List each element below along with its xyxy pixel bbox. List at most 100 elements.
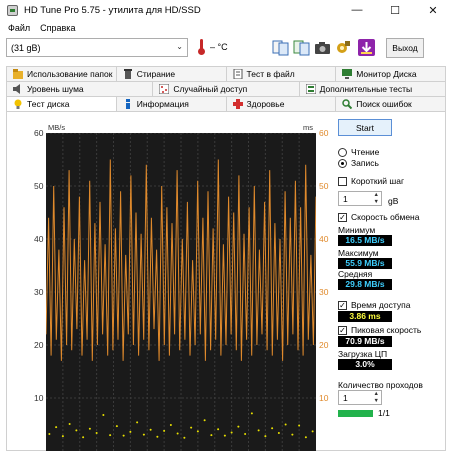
access-time-point: [55, 426, 58, 429]
tab-disk-monitor[interactable]: Монитор Диска: [336, 67, 445, 81]
tab-label: Тест диска: [27, 99, 70, 109]
transfer-rate-label: Скорость обмена: [351, 212, 420, 222]
access-time-point: [223, 434, 226, 437]
short-stroke-label: Короткий шаг: [351, 176, 405, 186]
options-icon[interactable]: [335, 39, 352, 56]
access-time-point: [115, 425, 118, 428]
read-option[interactable]: Чтение: [338, 147, 379, 157]
health-cross-icon: [232, 99, 243, 109]
access-time-point: [291, 433, 294, 436]
access-time-point: [230, 431, 233, 434]
benchmark-chart: [46, 133, 316, 451]
access-time-point: [311, 430, 314, 433]
menu-help[interactable]: Справка: [40, 23, 75, 33]
access-time-checkbox[interactable]: ✓: [338, 300, 347, 310]
minimize-button[interactable]: —: [338, 0, 376, 20]
tab-benchmark[interactable]: Тест диска: [7, 97, 117, 111]
access-time-point: [257, 429, 260, 432]
tab-error-scan[interactable]: Поиск ошибок: [336, 97, 445, 111]
tab-erase[interactable]: Стирание: [117, 67, 227, 81]
average-label: Средняя: [338, 269, 373, 279]
access-time-option[interactable]: ✓ Время доступа: [338, 300, 410, 310]
maximum-value: 55.9 MB/s: [338, 258, 392, 269]
minimum-value: 16.5 MB/s: [338, 235, 392, 246]
tab-aam[interactable]: Уровень шума: [7, 82, 154, 96]
write-option[interactable]: Запись: [338, 158, 379, 168]
copy-info-icon[interactable]: [272, 39, 289, 56]
tab-random-access[interactable]: Случайный доступ: [153, 82, 300, 96]
tab-strip: Использование папок Стирание Тест в файл…: [6, 66, 446, 111]
access-time-point: [142, 433, 145, 436]
tab-label: Дополнительные тесты: [319, 84, 413, 94]
temperature-value: – °C: [210, 42, 228, 52]
stepper-arrows-icon[interactable]: ▲ ▼: [374, 391, 379, 404]
tab-label: Случайный доступ: [173, 84, 248, 94]
write-radio[interactable]: [338, 158, 347, 168]
burst-rate-checkbox[interactable]: ✓: [338, 325, 347, 335]
drive-select[interactable]: (31 gB) ⌄: [6, 38, 188, 57]
tab-info[interactable]: Информация: [117, 97, 227, 111]
speaker-icon: [13, 84, 23, 94]
access-time-point: [271, 427, 274, 430]
access-time-point: [298, 424, 301, 427]
access-time-point: [129, 430, 132, 433]
exit-button[interactable]: Выход: [386, 38, 424, 58]
transfer-rate-checkbox[interactable]: ✓: [338, 212, 347, 222]
tab-health[interactable]: Здоровье: [227, 97, 337, 111]
cpu-usage-value: 3.0%: [338, 359, 392, 370]
access-time-point: [75, 429, 78, 432]
access-time-point: [136, 421, 139, 424]
camera-icon[interactable]: [314, 39, 331, 56]
access-time-point: [149, 428, 152, 431]
close-button[interactable]: ✕: [414, 0, 452, 20]
axis-tick-label: 40: [319, 234, 329, 244]
passes-stepper[interactable]: 1 ▲ ▼: [338, 390, 382, 405]
transfer-rate-option[interactable]: ✓ Скорость обмена: [338, 212, 419, 222]
chart-plot: [46, 133, 316, 451]
access-time-point: [48, 433, 51, 436]
start-button[interactable]: Start: [338, 119, 392, 136]
access-time-point: [102, 413, 105, 416]
burst-rate-option[interactable]: ✓ Пиковая скорость: [338, 325, 421, 335]
tab-file-benchmark[interactable]: Тест в файл: [227, 67, 337, 81]
stepper-arrows-icon[interactable]: ▲ ▼: [374, 192, 379, 205]
tab-extra-tests[interactable]: Дополнительные тесты: [300, 82, 445, 96]
access-time-point: [95, 431, 98, 434]
menu-file[interactable]: Файл: [8, 23, 30, 33]
random-access-icon: [158, 83, 170, 95]
burst-rate-value: 70.9 MB/s: [338, 336, 392, 347]
window-controls: — ☐ ✕: [338, 0, 452, 20]
short-stroke-unit: gB: [388, 196, 399, 206]
read-radio[interactable]: [338, 147, 347, 157]
axis-tick-label: 50: [34, 181, 44, 191]
minimum-label: Минимум: [338, 225, 376, 235]
folder-icon: [13, 69, 23, 79]
download-icon[interactable]: [358, 39, 375, 56]
access-time-point: [277, 431, 280, 434]
menu-bar: Файл Справка: [0, 20, 452, 35]
tab-label: Поиск ошибок: [356, 99, 412, 109]
short-stroke-stepper[interactable]: 1 ▲ ▼: [338, 191, 382, 206]
right-axis-unit: ms: [303, 123, 313, 132]
tab-label: Использование папок: [27, 69, 113, 79]
access-time-point: [176, 432, 179, 435]
tab-folder-usage[interactable]: Использование папок: [7, 67, 117, 81]
access-time-point: [250, 412, 253, 415]
access-time-point: [244, 433, 247, 436]
access-time-point: [163, 429, 166, 432]
copy-all-icon[interactable]: [293, 39, 310, 56]
axis-tick-label: 20: [34, 340, 44, 350]
access-time-label: Время доступа: [351, 300, 411, 310]
access-time-point: [217, 428, 220, 431]
maximize-button[interactable]: ☐: [376, 0, 414, 20]
drive-select-value: (31 gB): [11, 42, 41, 53]
short-stroke-checkbox[interactable]: [338, 176, 347, 186]
axis-tick-label: 60: [34, 128, 44, 138]
monitor-icon: [342, 69, 353, 79]
access-time-point: [264, 435, 267, 438]
tab-row-2: Уровень шума Случайный доступ Дополнител…: [6, 81, 446, 96]
access-time-point: [183, 436, 186, 439]
axis-tick-label: 30: [319, 287, 329, 297]
short-stroke-option[interactable]: Короткий шаг: [338, 176, 404, 186]
progress-bar: [338, 410, 373, 417]
